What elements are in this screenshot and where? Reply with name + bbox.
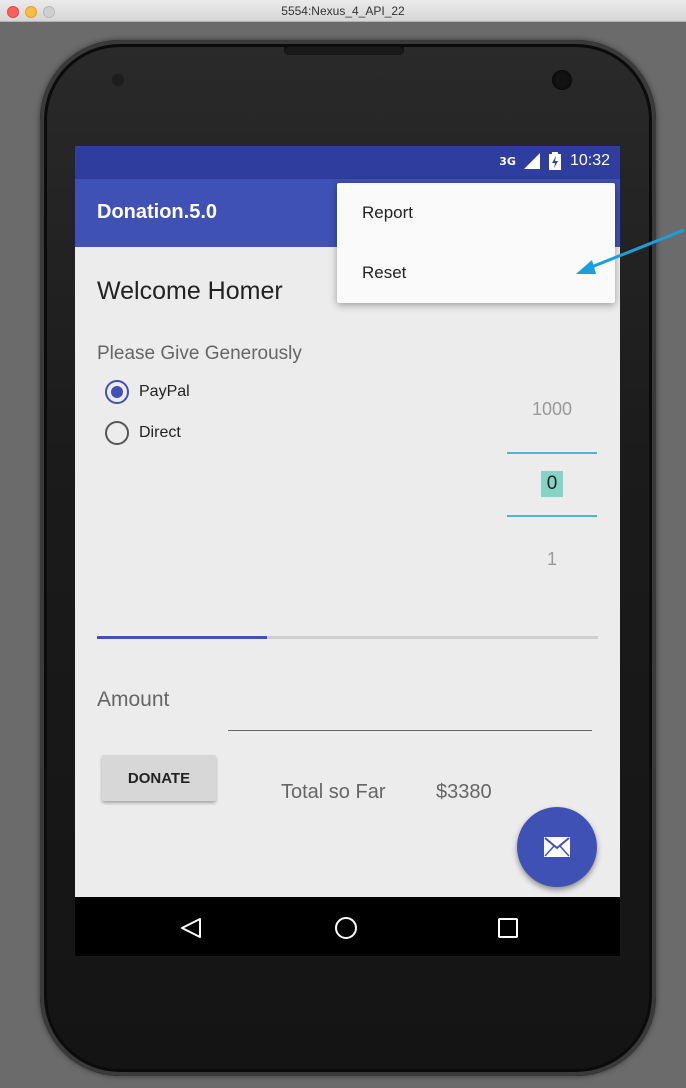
give-generously-label: Please Give Generously	[97, 343, 302, 364]
window-titlebar: 5554:Nexus_4_API_22	[0, 0, 686, 22]
network-type-label: 3G	[499, 154, 516, 168]
nav-recent-apps-button[interactable]	[493, 913, 523, 943]
battery-charging-icon	[548, 152, 561, 170]
window-title: 5554:Nexus_4_API_22	[281, 4, 405, 18]
radio-paypal[interactable]: PayPal	[105, 380, 190, 404]
nav-home-button[interactable]	[331, 913, 361, 943]
radio-paypal-label: PayPal	[139, 383, 190, 400]
welcome-text: Welcome Homer	[97, 277, 283, 305]
radio-button-checked-icon[interactable]	[105, 380, 129, 404]
number-picker-divider-bottom	[507, 515, 597, 517]
donate-button[interactable]: DONATE	[102, 755, 216, 801]
front-camera	[552, 70, 572, 90]
amount-input[interactable]	[228, 699, 592, 731]
device-screen: 3G 10:32 Donation.5.0 Welcome Homer Plea…	[75, 146, 620, 956]
main-content: Welcome Homer Please Give Generously Pay…	[75, 247, 620, 897]
number-picker-previous-value[interactable]: 1000	[507, 399, 597, 420]
email-fab-button[interactable]	[517, 807, 597, 887]
number-picker-current-value[interactable]: 0	[541, 471, 563, 497]
status-clock: 10:32	[569, 152, 610, 169]
donation-progress-fill	[97, 636, 268, 639]
number-picker-divider-top	[507, 452, 597, 454]
app-title: Donation.5.0	[97, 201, 218, 223]
home-circle-icon	[335, 917, 357, 939]
proximity-sensor	[112, 74, 124, 86]
total-so-far-value: $3380	[436, 781, 492, 803]
signal-strength-icon	[523, 153, 540, 169]
number-picker-next-value[interactable]: 1	[507, 549, 597, 570]
mail-icon	[544, 837, 570, 857]
radio-button-unchecked-icon[interactable]	[105, 421, 129, 445]
annotation-arrow-icon	[576, 228, 685, 274]
back-triangle-icon	[181, 918, 201, 938]
earpiece-speaker	[284, 45, 404, 55]
recent-square-icon	[498, 918, 518, 938]
navigation-bar	[75, 897, 620, 956]
nav-back-button[interactable]	[176, 913, 206, 943]
amount-label: Amount	[97, 688, 170, 711]
donation-progress-bar	[97, 636, 598, 639]
radio-direct[interactable]: Direct	[105, 421, 181, 445]
total-so-far-label: Total so Far	[281, 781, 386, 803]
status-bar: 3G 10:32	[75, 146, 620, 179]
radio-direct-label: Direct	[139, 424, 181, 441]
